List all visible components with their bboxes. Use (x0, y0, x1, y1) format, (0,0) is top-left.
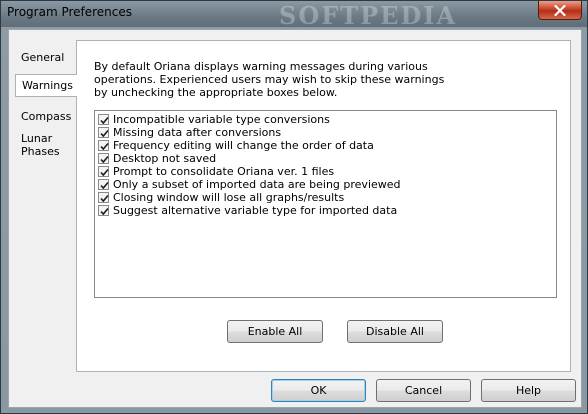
tab-compass[interactable]: Compass (15, 106, 77, 127)
window-title: Program Preferences (7, 5, 133, 19)
item-label: Desktop not saved (113, 152, 217, 165)
checkbox[interactable] (98, 114, 109, 125)
disable-all-button[interactable]: Disable All (347, 320, 443, 343)
checkbox[interactable] (98, 192, 109, 203)
warnings-panel: By default Oriana displays warning messa… (76, 40, 571, 372)
title-bar[interactable]: SOFTPEDIA Program Preferences (1, 1, 587, 30)
list-item[interactable]: Frequency editing will change the order … (98, 139, 374, 152)
checkmark-icon (100, 194, 109, 203)
list-item[interactable]: Missing data after conversions (98, 126, 281, 139)
cancel-button[interactable]: Cancel (376, 379, 471, 402)
checkmark-icon (100, 116, 109, 125)
item-label: Suggest alternative variable type for im… (113, 204, 398, 217)
item-label: Frequency editing will change the order … (113, 139, 374, 152)
close-button[interactable] (538, 1, 582, 20)
tab-lunar-phases[interactable]: Lunar Phases (15, 128, 75, 162)
dialog-client-area: General Warnings Compass Lunar Phases By… (8, 29, 582, 408)
list-item[interactable]: Closing window will lose all graphs/resu… (98, 191, 344, 204)
ok-button[interactable]: OK (271, 379, 366, 402)
preferences-window: SOFTPEDIA Program Preferences General Wa… (0, 0, 588, 414)
checkmark-icon (100, 155, 109, 164)
checkbox[interactable] (98, 166, 109, 177)
enable-all-button[interactable]: Enable All (227, 320, 323, 343)
close-icon (554, 4, 566, 16)
item-label: Prompt to consolidate Oriana ver. 1 file… (113, 165, 335, 178)
item-label: Incompatible variable type conversions (113, 113, 330, 126)
checkmark-icon (100, 129, 109, 138)
warnings-list[interactable]: Incompatible variable type conversions M… (94, 110, 557, 298)
watermark: SOFTPEDIA (279, 1, 458, 30)
help-button[interactable]: Help (481, 379, 576, 402)
checkmark-icon (100, 168, 109, 177)
tab-warnings[interactable]: Warnings (15, 74, 77, 97)
list-item[interactable]: Suggest alternative variable type for im… (98, 204, 397, 217)
item-label: Only a subset of imported data are being… (113, 178, 401, 191)
list-item[interactable]: Desktop not saved (98, 152, 216, 165)
item-label: Missing data after conversions (113, 126, 282, 139)
checkmark-icon (100, 181, 109, 190)
tab-general[interactable]: General (15, 47, 77, 68)
item-label: Closing window will lose all graphs/resu… (113, 191, 345, 204)
list-item[interactable]: Incompatible variable type conversions (98, 113, 330, 126)
checkbox[interactable] (98, 127, 109, 138)
checkmark-icon (100, 142, 109, 151)
warnings-description: By default Oriana displays warning messa… (94, 60, 445, 99)
checkbox[interactable] (98, 205, 109, 216)
list-item[interactable]: Prompt to consolidate Oriana ver. 1 file… (98, 165, 334, 178)
checkbox[interactable] (98, 153, 109, 164)
list-item[interactable]: Only a subset of imported data are being… (98, 178, 401, 191)
checkbox[interactable] (98, 140, 109, 151)
checkmark-icon (100, 207, 109, 216)
checkbox[interactable] (98, 179, 109, 190)
